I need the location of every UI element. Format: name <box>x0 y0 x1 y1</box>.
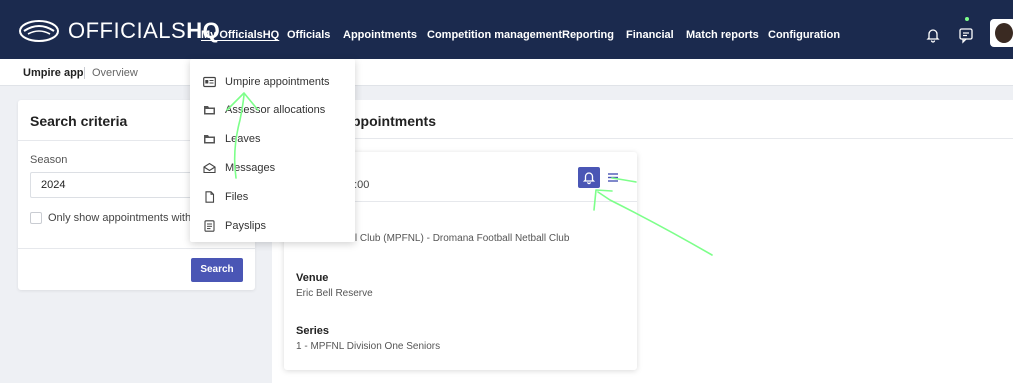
series-heading: Series <box>296 325 330 337</box>
nav-financial[interactable]: Financial <box>626 29 674 41</box>
id-card-icon <box>203 76 216 88</box>
my-officialshq-dropdown: Umpire appointments Assessor allocations… <box>190 59 355 242</box>
officialshq-logo[interactable]: OFFICIALSHQ <box>18 17 220 45</box>
breadcrumb-bar: Umpire app Overview <box>0 59 1013 86</box>
menu-item-label: Payslips <box>225 220 266 232</box>
menu-item-label: Umpire appointments <box>225 76 330 88</box>
menu-item-label: Messages <box>225 162 276 174</box>
nav-officials[interactable]: Officials <box>287 29 330 41</box>
menu-item-leaves[interactable]: Leaves <box>190 127 355 153</box>
whistle-logo-icon <box>19 20 59 42</box>
folder-icon <box>204 106 215 115</box>
envelope-icon <box>203 162 216 174</box>
appointments-title: ppointments <box>352 113 436 129</box>
online-indicator <box>965 17 969 21</box>
bell-icon <box>582 172 596 185</box>
venue-value: Eric Bell Reserve <box>296 288 373 299</box>
menu-item-files[interactable]: Files <box>190 185 355 211</box>
panel-divider <box>272 138 1013 139</box>
notification-bell-icon[interactable] <box>924 26 942 44</box>
menu-item-label: Leaves <box>225 133 261 145</box>
logo-text: OFFICIALSHQ <box>68 18 220 44</box>
logo-text-light: OFFICIALS <box>68 18 187 43</box>
menu-item-messages[interactable]: Messages <box>190 156 355 182</box>
series-value: 1 - MPFNL Division One Seniors <box>296 341 441 352</box>
panel-divider <box>18 248 255 249</box>
search-button[interactable]: Search <box>191 258 243 282</box>
file-icon <box>205 191 215 203</box>
payslip-icon <box>204 220 215 232</box>
documents-only-label[interactable]: Only show appointments with documents <box>48 212 208 224</box>
menu-item-label: Assessor allocations <box>225 104 326 116</box>
notify-button[interactable] <box>578 167 600 188</box>
hamburger-menu-icon[interactable] <box>606 169 620 185</box>
menu-item-payslips[interactable]: Payslips <box>190 214 355 240</box>
menu-item-assessor-allocations[interactable]: Assessor allocations <box>190 98 355 124</box>
folder-icon <box>204 135 215 144</box>
nav-appointments[interactable]: Appointments <box>343 29 417 41</box>
nav-configuration[interactable]: Configuration <box>768 29 840 41</box>
venue-heading: Venue <box>296 272 329 284</box>
breadcrumb-page[interactable]: Overview <box>92 67 138 79</box>
chat-icon[interactable] <box>957 26 975 44</box>
nav-reporting[interactable]: Reporting <box>562 29 614 41</box>
match-teams: Netball Club (MPFNL) - Dromana Football … <box>326 233 570 244</box>
search-criteria-title: Search criteria <box>30 113 128 129</box>
menu-item-umpire-appointments[interactable]: Umpire appointments <box>190 70 355 96</box>
documents-only-checkbox[interactable] <box>30 212 42 224</box>
breadcrumb-app[interactable]: Umpire app <box>23 67 84 79</box>
user-avatar[interactable] <box>990 19 1013 47</box>
nav-my-officialshq[interactable]: My OfficialsHQ <box>201 29 279 41</box>
menu-item-label: Files <box>225 191 249 203</box>
top-navbar: OFFICIALSHQ My OfficialsHQ Officials App… <box>0 0 1013 59</box>
avatar-photo <box>995 23 1013 43</box>
season-label: Season <box>30 154 68 166</box>
nav-competition-management[interactable]: Competition management <box>427 29 562 41</box>
nav-match-reports[interactable]: Match reports <box>686 29 759 41</box>
breadcrumb-divider <box>84 67 85 79</box>
